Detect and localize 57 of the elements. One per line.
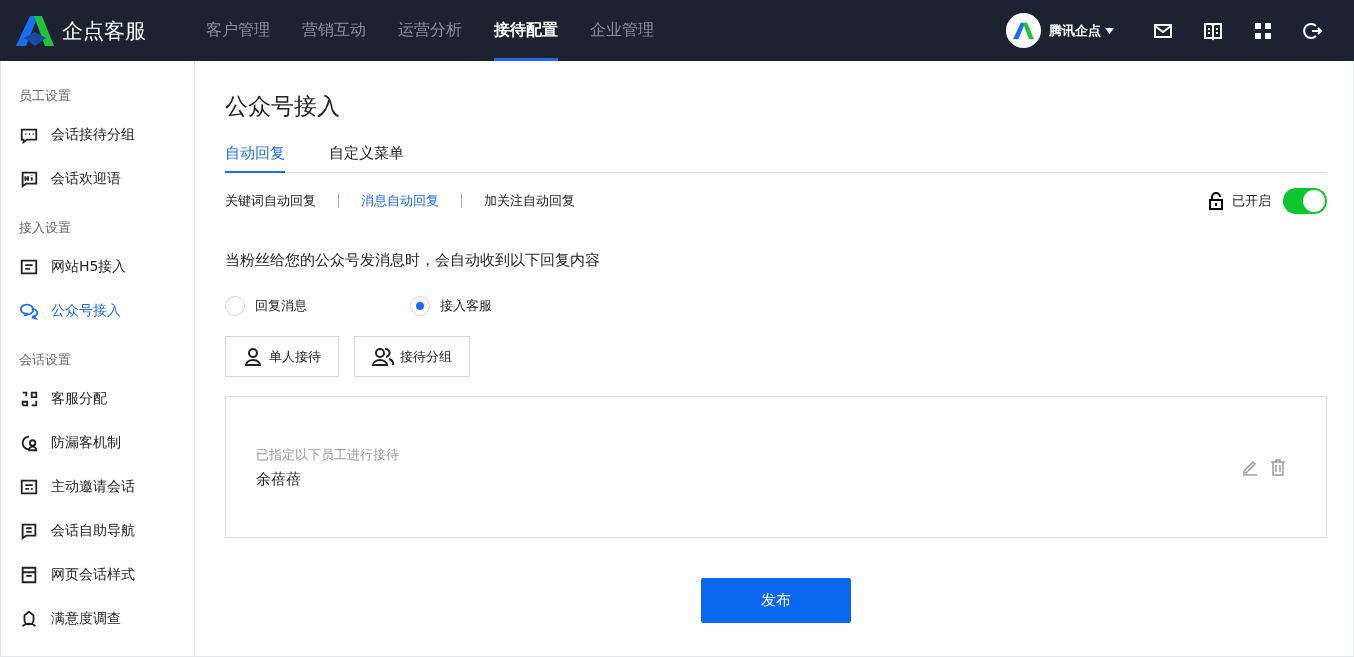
staff-name: 余蓓蓓 [256, 469, 302, 489]
brand-name: 企点客服 [62, 17, 146, 45]
radio-option[interactable]: 回复消息 [225, 296, 410, 316]
sidebar-item[interactable]: 会话接待分组 [1, 113, 194, 157]
grid-icon[interactable] [1253, 20, 1273, 41]
nav-tab[interactable]: 运营分析 [398, 0, 462, 61]
trash-icon[interactable] [1268, 457, 1288, 477]
nav-tab[interactable]: 企业管理 [590, 0, 654, 61]
sidebar-item[interactable]: 网页会话样式 [1, 553, 194, 597]
menu-item-icon [19, 389, 39, 409]
sidebar-item[interactable]: 主动邀请会话 [1, 465, 194, 509]
caret-icon [1105, 27, 1114, 34]
nav-tab[interactable]: 营销互动 [302, 0, 366, 61]
person-icon [243, 346, 263, 367]
assignment-caption: 已指定以下员工进行接待 [256, 445, 399, 464]
sidebar-item[interactable]: 会话欢迎语 [1, 157, 194, 201]
tab[interactable]: 自定义菜单 [329, 144, 404, 173]
sub-tab[interactable]: 加关注自动回复 [484, 192, 575, 210]
menu-item-icon [19, 257, 39, 277]
menu-item-icon [19, 433, 39, 453]
unlock-icon [1208, 192, 1224, 210]
menu-item-icon [19, 565, 39, 585]
sidebar-item[interactable]: 满意度调查 [1, 597, 194, 641]
book-icon[interactable] [1203, 20, 1223, 41]
sidebar-item[interactable]: 客服分配 [1, 377, 194, 421]
description: 当粉丝给您的公众号发消息时，会自动收到以下回复内容 [225, 251, 601, 270]
menu-item-icon [19, 169, 39, 189]
menu-item-icon [19, 609, 39, 629]
account-avatar[interactable] [1006, 13, 1041, 48]
menu-item-icon [19, 521, 39, 541]
sidebar-item[interactable]: 防漏客机制 [1, 421, 194, 465]
page-title: 公众号接入 [225, 92, 341, 121]
sub-tab[interactable]: 消息自动回复 [361, 192, 439, 210]
radio-option[interactable]: 接入客服 [410, 296, 595, 316]
menu-item-icon [19, 301, 39, 321]
tab[interactable]: 自动回复 [225, 144, 285, 173]
sidebar-item[interactable]: 公众号接入 [1, 289, 194, 333]
publish-button[interactable]: 发布 [701, 578, 851, 623]
logo-icon [16, 15, 56, 46]
radio-label: 回复消息 [255, 297, 307, 315]
nav-tab[interactable]: 客户管理 [206, 0, 270, 61]
sidebar-item[interactable]: 会话自助导航 [1, 509, 194, 553]
mode-button[interactable]: 单人接待 [225, 336, 339, 377]
account-menu[interactable]: 腾讯企点 [1049, 21, 1114, 40]
section-title: 员工设置 [18, 87, 72, 105]
nav-tab[interactable]: 接待配置 [494, 0, 558, 61]
menu-item-icon [19, 477, 39, 497]
toggle-switch[interactable] [1283, 188, 1327, 214]
people-icon [372, 346, 394, 367]
radio-label: 接入客服 [440, 297, 492, 315]
logout-icon[interactable] [1303, 20, 1323, 41]
section-title: 会话设置 [18, 351, 72, 369]
section-title: 接入设置 [18, 219, 72, 237]
switch-label: 已开启 [1232, 192, 1271, 210]
sub-tab[interactable]: 关键词自动回复 [225, 192, 316, 210]
sidebar-item[interactable]: 网站H5接入 [1, 245, 194, 289]
mode-button[interactable]: 接待分组 [354, 336, 470, 377]
